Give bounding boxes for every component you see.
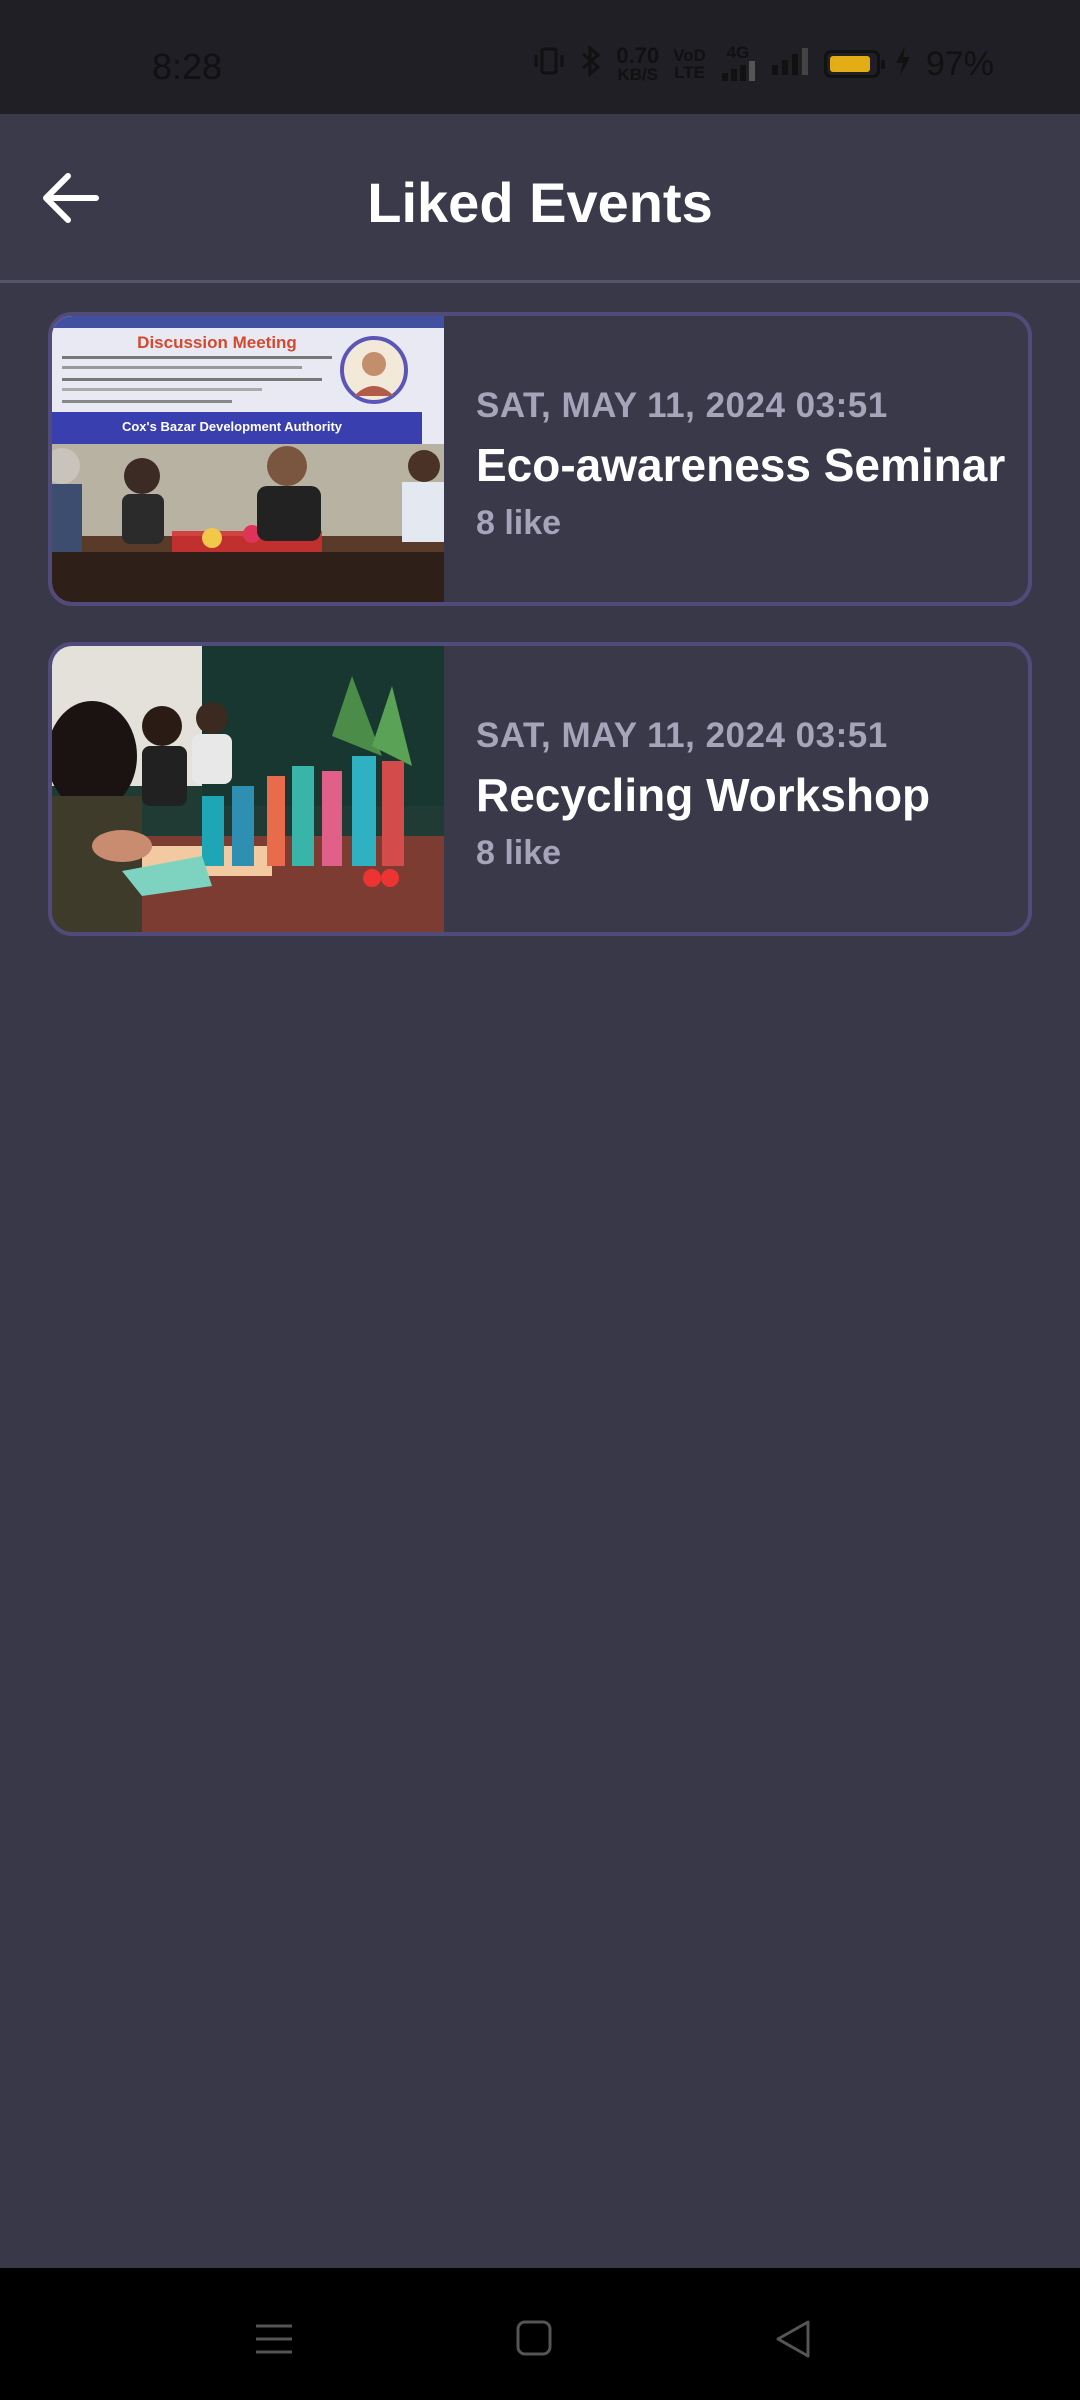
event-likes: 8 like <box>476 834 562 872</box>
event-info: SAT, MAY 11, 2024 03:51 Eco-awareness Se… <box>476 386 1018 543</box>
event-date: SAT, MAY 11, 2024 03:51 <box>476 716 888 755</box>
event-card[interactable]: Discussion Meeting Cox's Bazar Developme… <box>48 312 1032 606</box>
liked-events-list: Discussion Meeting Cox's Bazar Developme… <box>48 312 1032 972</box>
event-image <box>52 646 444 932</box>
battery-percent: 97% <box>925 44 994 83</box>
event-date: SAT, MAY 11, 2024 03:51 <box>476 386 888 425</box>
home-button[interactable] <box>504 2314 564 2364</box>
system-back-button[interactable] <box>764 2314 824 2364</box>
status-bar: 8:28 0.70 KB/S VoD LTE 4G 97% <box>0 0 1080 114</box>
home-square-icon <box>516 2320 552 2356</box>
event-title: Recycling Workshop <box>476 769 931 821</box>
status-icons: 0.70 KB/S VoD LTE 4G 97% <box>532 44 994 84</box>
net-speed: 0.70 KB/S <box>616 42 660 84</box>
event-info: SAT, MAY 11, 2024 03:51 Recycling Worksh… <box>476 716 1018 873</box>
signal-icon <box>770 47 810 81</box>
event-banner-org: Cox's Bazar Development Authority <box>122 419 343 434</box>
event-image: Discussion Meeting Cox's Bazar Developme… <box>52 316 444 602</box>
bluetooth-icon <box>580 44 602 83</box>
battery-icon <box>823 50 885 78</box>
menu-icon <box>256 2324 292 2354</box>
status-time: 8:28 <box>152 46 223 87</box>
charging-icon <box>894 45 912 83</box>
vibrate-icon <box>532 46 566 82</box>
event-title: Eco-awareness Seminar <box>476 439 1006 491</box>
back-triangle-icon <box>776 2320 810 2358</box>
page-title: Liked Events <box>367 171 713 234</box>
volte-indicator: VoD LTE <box>673 46 706 82</box>
app-header: Liked Events <box>0 114 1080 283</box>
recent-apps-button[interactable] <box>244 2314 304 2364</box>
signal-4g: 4G <box>720 44 756 84</box>
event-likes: 8 like <box>476 504 562 542</box>
system-nav-bar <box>0 2268 1080 2400</box>
event-card[interactable]: SAT, MAY 11, 2024 03:51 Recycling Worksh… <box>48 642 1032 936</box>
event-banner-title: Discussion Meeting <box>137 333 297 352</box>
